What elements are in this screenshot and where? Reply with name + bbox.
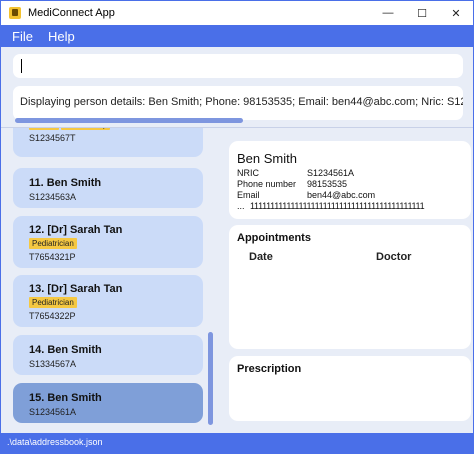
person-card-nric: S1234567T: [29, 133, 76, 143]
person-card-nric: S1234563A: [29, 192, 77, 202]
status-file-path: .\data\addressbook.json: [7, 437, 103, 447]
app-icon: [9, 7, 21, 19]
window-controls: — ☐ ✕: [371, 1, 473, 25]
status-bar: .\data\addressbook.json: [1, 433, 473, 453]
details-nric-value: S1234561A: [307, 168, 355, 178]
person-card[interactable]: 13. [Dr] Sarah Tan Pediatrician T7654322…: [13, 275, 203, 327]
person-card[interactable]: 14. Ben Smith S1334567A: [13, 335, 203, 375]
minimize-button[interactable]: —: [371, 1, 405, 25]
person-card-name: 13. [Dr] Sarah Tan: [29, 283, 123, 295]
details-nric-label: NRIC: [237, 168, 259, 178]
person-card-name: 14. Ben Smith: [29, 344, 102, 356]
person-card-nric: T7654322P: [29, 311, 76, 321]
menu-help[interactable]: Help: [48, 29, 75, 44]
appointments-panel: Appointments Date Doctor: [229, 225, 471, 349]
details-phone-value: 98153535: [307, 179, 348, 189]
close-button[interactable]: ✕: [439, 1, 473, 25]
details-phone-label: Phone number: [237, 179, 297, 189]
details-email-label: Email: [237, 190, 260, 200]
tag-friends: friends: [29, 128, 60, 130]
text-caret: [21, 59, 22, 73]
appointments-title: Appointments: [237, 232, 311, 244]
tag-pediatrician: Pediatrician: [29, 297, 77, 308]
person-card[interactable]: 12. [Dr] Sarah Tan Pediatrician T7654321…: [13, 216, 203, 268]
details-email-value: ben44@abc.com: [307, 190, 376, 200]
person-card-nric: T7654321P: [29, 252, 76, 262]
app-window: MediConnect App — ☐ ✕ File Help Displayi…: [0, 0, 474, 454]
person-card-selected[interactable]: 15. Ben Smith S1234561A: [13, 383, 203, 423]
person-details-panel: Ben Smith NRIC S1234561A Phone number 98…: [229, 141, 471, 219]
tag-pediatrician: Pediatrician: [29, 238, 77, 249]
person-card-name: 12. [Dr] Sarah Tan: [29, 224, 123, 236]
menu-file[interactable]: File: [12, 29, 33, 44]
prescription-title: Prescription: [237, 363, 302, 375]
details-name: Ben Smith: [237, 151, 297, 166]
window-title: MediConnect App: [28, 7, 115, 19]
appointments-col-doctor[interactable]: Doctor: [376, 251, 411, 263]
tag-owesmoney: owesMoney: [61, 128, 110, 130]
menu-bar: File Help: [1, 25, 473, 47]
person-list[interactable]: friends owesMoney S1234567T 11. Ben Smit…: [1, 128, 217, 433]
person-card-nric: S1334567A: [29, 359, 77, 369]
details-extra-value: 1111111111111111111111111111111111111111…: [250, 201, 425, 211]
person-list-scrollbar[interactable]: [208, 332, 213, 425]
maximize-button[interactable]: ☐: [405, 1, 439, 25]
result-text: Displaying person details: Ben Smith; Ph…: [20, 96, 463, 108]
title-bar[interactable]: MediConnect App — ☐ ✕: [1, 1, 473, 25]
person-card[interactable]: friends owesMoney S1234567T: [13, 128, 203, 157]
person-card-nric: S1234561A: [29, 407, 77, 417]
person-card-name: 15. Ben Smith: [29, 392, 102, 404]
result-display: Displaying person details: Ben Smith; Ph…: [13, 86, 463, 120]
details-extra-label: ...: [237, 201, 245, 211]
prescription-panel: Prescription: [229, 356, 471, 421]
appointments-col-date[interactable]: Date: [249, 251, 273, 263]
person-card-name: 11. Ben Smith: [29, 177, 102, 189]
person-card[interactable]: 11. Ben Smith S1234563A: [13, 168, 203, 208]
command-input[interactable]: [13, 54, 463, 78]
result-horizontal-scrollbar[interactable]: [15, 118, 243, 123]
